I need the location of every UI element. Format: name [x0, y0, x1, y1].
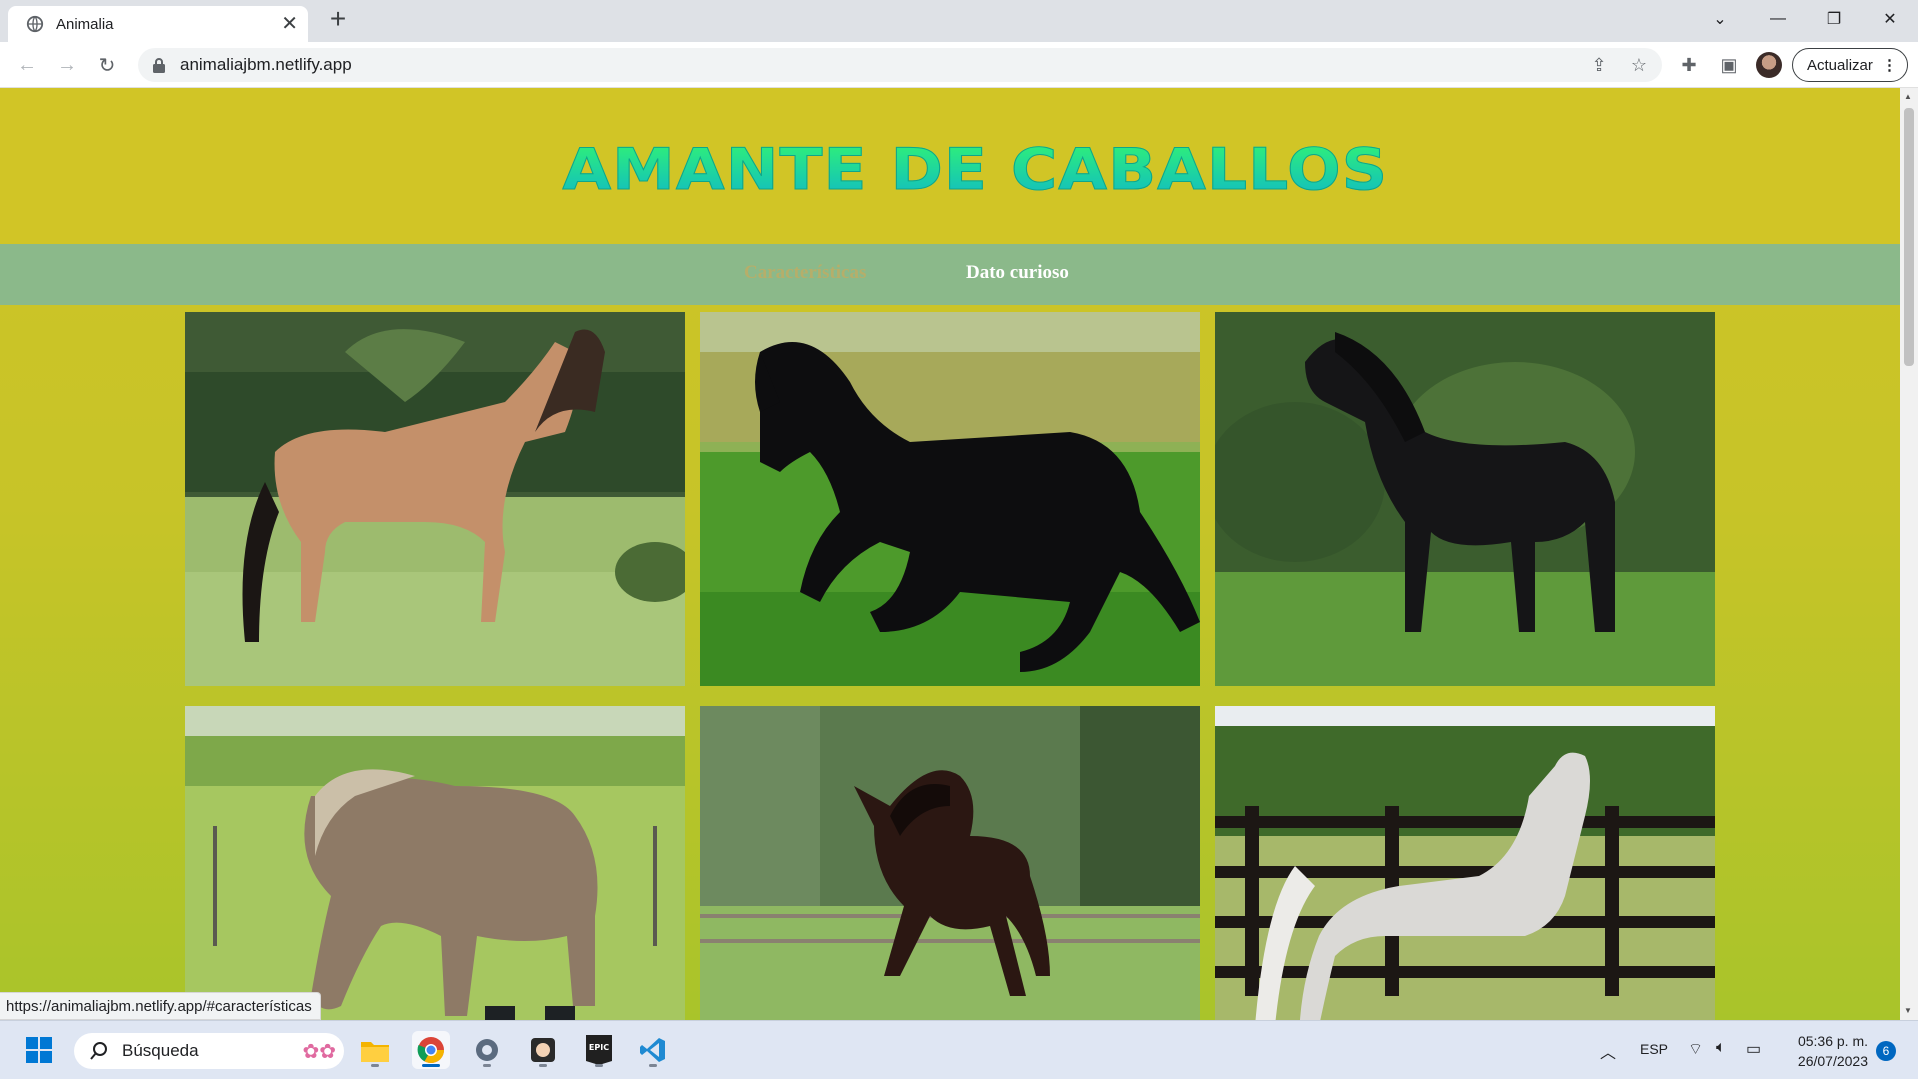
address-bar[interactable]: animaliajbm.netlify.app [138, 48, 1662, 82]
taskbar: Búsqueda ✿✿ EPIC ︿ ESP ⌔ 🔈︎ ▭ 05:36 p. m… [0, 1020, 1918, 1079]
site-title: AMANTE DE CABALLOS [562, 136, 1388, 204]
tray-chevron-icon[interactable]: ︿ [1600, 1039, 1616, 1063]
site-header: AMANTE DE CABALLOS [0, 88, 1900, 244]
black-galloping-horse-photo [700, 312, 1200, 686]
nav-link-caracteristicas[interactable]: Características [744, 262, 866, 284]
browser-toolbar: ← → ↻ animaliajbm.netlify.app ⇪ ☆ ✚ ▣ Ac… [0, 42, 1918, 88]
black-friesian-horse-photo [1215, 312, 1715, 686]
search-icon [90, 1042, 107, 1060]
taskbar-search[interactable]: Búsqueda ✿✿ [74, 1033, 344, 1069]
back-button[interactable]: ← [12, 50, 42, 80]
update-label: Actualizar [1807, 56, 1873, 74]
site-nav: Características Dato curioso [0, 244, 1900, 305]
vscode-icon[interactable] [634, 1031, 672, 1069]
restore-button[interactable]: ❐ [1806, 0, 1862, 38]
chrome-icon[interactable] [412, 1031, 450, 1069]
lock-icon [153, 58, 165, 73]
update-button[interactable]: Actualizar ⋮ [1792, 48, 1908, 82]
side-panel-icon[interactable]: ▣ [1714, 50, 1744, 80]
page-viewport: AMANTE DE CABALLOS Características Dato … [0, 88, 1900, 1020]
minimize-button[interactable]: — [1750, 0, 1806, 38]
notification-badge[interactable]: 6 [1876, 1041, 1896, 1061]
reload-button[interactable]: ↻ [92, 50, 122, 80]
url-text: animaliajbm.netlify.app [180, 55, 352, 74]
extensions-icon[interactable]: ✚ [1674, 50, 1704, 80]
battery-icon[interactable]: ▭ [1746, 1039, 1761, 1059]
windows-icon [26, 1037, 52, 1063]
close-tab-icon[interactable]: ✕ [281, 14, 298, 34]
volume-icon[interactable]: 🔈︎ [1716, 1039, 1726, 1057]
buckskin-horse-photo [185, 312, 685, 686]
browser-tab[interactable]: Animalia ✕ [8, 6, 308, 42]
nav-link-dato-curioso[interactable]: Dato curioso [966, 262, 1069, 284]
grazing-draft-horse-photo [185, 706, 685, 1020]
close-window-button[interactable]: ✕ [1862, 0, 1918, 38]
tab-search-icon[interactable]: ⌄ [1692, 0, 1748, 38]
profile-avatar[interactable] [1756, 52, 1782, 78]
forward-button[interactable]: → [52, 50, 82, 80]
page-scrollbar[interactable]: ▲ ▼ [1900, 88, 1918, 1020]
search-placeholder: Búsqueda [122, 1041, 199, 1060]
clock-date: 26/07/2023 [1797, 1053, 1868, 1069]
scroll-thumb[interactable] [1904, 108, 1914, 366]
clock-time: 05:36 p. m. [1797, 1033, 1868, 1049]
globe-icon [26, 15, 44, 33]
share-icon[interactable]: ⇪ [1584, 50, 1614, 80]
new-tab-button[interactable]: + [324, 5, 352, 34]
search-highlight-icon: ✿✿ [302, 1040, 336, 1063]
scroll-down-icon[interactable]: ▼ [1904, 1006, 1912, 1015]
tab-strip: Animalia ✕ + ⌄ — ❐ ✕ [0, 0, 1918, 42]
bay-running-horse-photo [700, 706, 1200, 1020]
bookmark-star-icon[interactable]: ☆ [1624, 50, 1654, 80]
wifi-icon[interactable]: ⌔ [1688, 1039, 1703, 1059]
svg-text:EPIC: EPIC [589, 1043, 609, 1052]
game-app-icon[interactable] [524, 1031, 562, 1069]
menu-dots-icon[interactable]: ⋮ [1882, 56, 1897, 74]
language-indicator[interactable]: ESP [1640, 1041, 1668, 1057]
settings-gear-icon[interactable] [468, 1031, 506, 1069]
tab-title: Animalia [56, 15, 114, 33]
epic-games-icon[interactable]: EPIC [580, 1031, 618, 1069]
clock[interactable]: 05:36 p. m. 26/07/2023 [1780, 1031, 1868, 1071]
start-button[interactable] [20, 1031, 58, 1069]
status-link-preview: https://animaliajbm.netlify.app/#caracte… [0, 992, 321, 1020]
scroll-up-icon[interactable]: ▲ [1904, 92, 1912, 101]
file-explorer-icon[interactable] [356, 1031, 394, 1069]
white-arabian-horse-photo [1215, 706, 1715, 1020]
